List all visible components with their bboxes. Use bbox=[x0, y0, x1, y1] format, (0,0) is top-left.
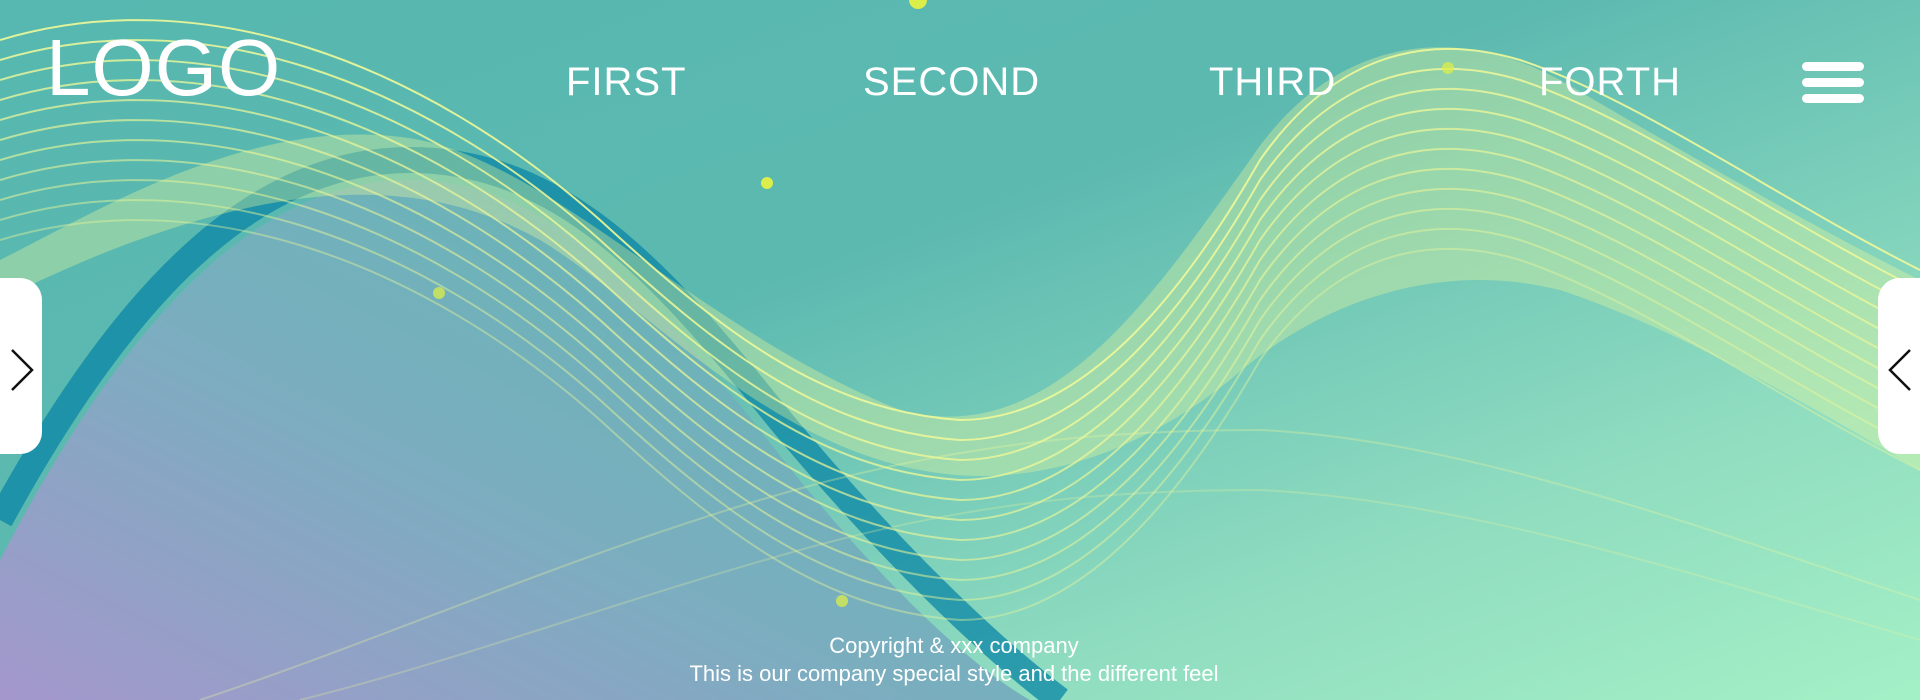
dot bbox=[836, 595, 848, 607]
dot bbox=[1442, 62, 1454, 74]
dot bbox=[433, 287, 445, 299]
dot bbox=[909, 0, 927, 9]
carousel-prev-button[interactable] bbox=[0, 278, 42, 454]
menu-bar bbox=[1802, 62, 1864, 71]
banner: LOGO FIRST SECOND THIRD FORTH Copyright … bbox=[0, 0, 1920, 700]
footer-copyright: Copyright & xxx company bbox=[829, 633, 1079, 658]
nav-item-first[interactable]: FIRST bbox=[566, 62, 687, 102]
hamburger-menu-icon[interactable] bbox=[1802, 62, 1864, 104]
footer-tagline: This is our company special style and th… bbox=[689, 661, 1219, 686]
menu-bar bbox=[1802, 78, 1864, 87]
dot bbox=[761, 177, 773, 189]
nav-item-forth[interactable]: FORTH bbox=[1539, 62, 1681, 102]
carousel-next-button[interactable] bbox=[1878, 278, 1920, 454]
menu-bar bbox=[1802, 94, 1864, 103]
nav-item-third[interactable]: THIRD bbox=[1209, 62, 1336, 102]
logo[interactable]: LOGO bbox=[46, 28, 281, 108]
chevron-left-icon bbox=[1888, 349, 1911, 391]
chevron-right-icon bbox=[11, 349, 34, 391]
nav-item-second[interactable]: SECOND bbox=[863, 62, 1040, 102]
wave-background bbox=[0, 0, 1920, 700]
